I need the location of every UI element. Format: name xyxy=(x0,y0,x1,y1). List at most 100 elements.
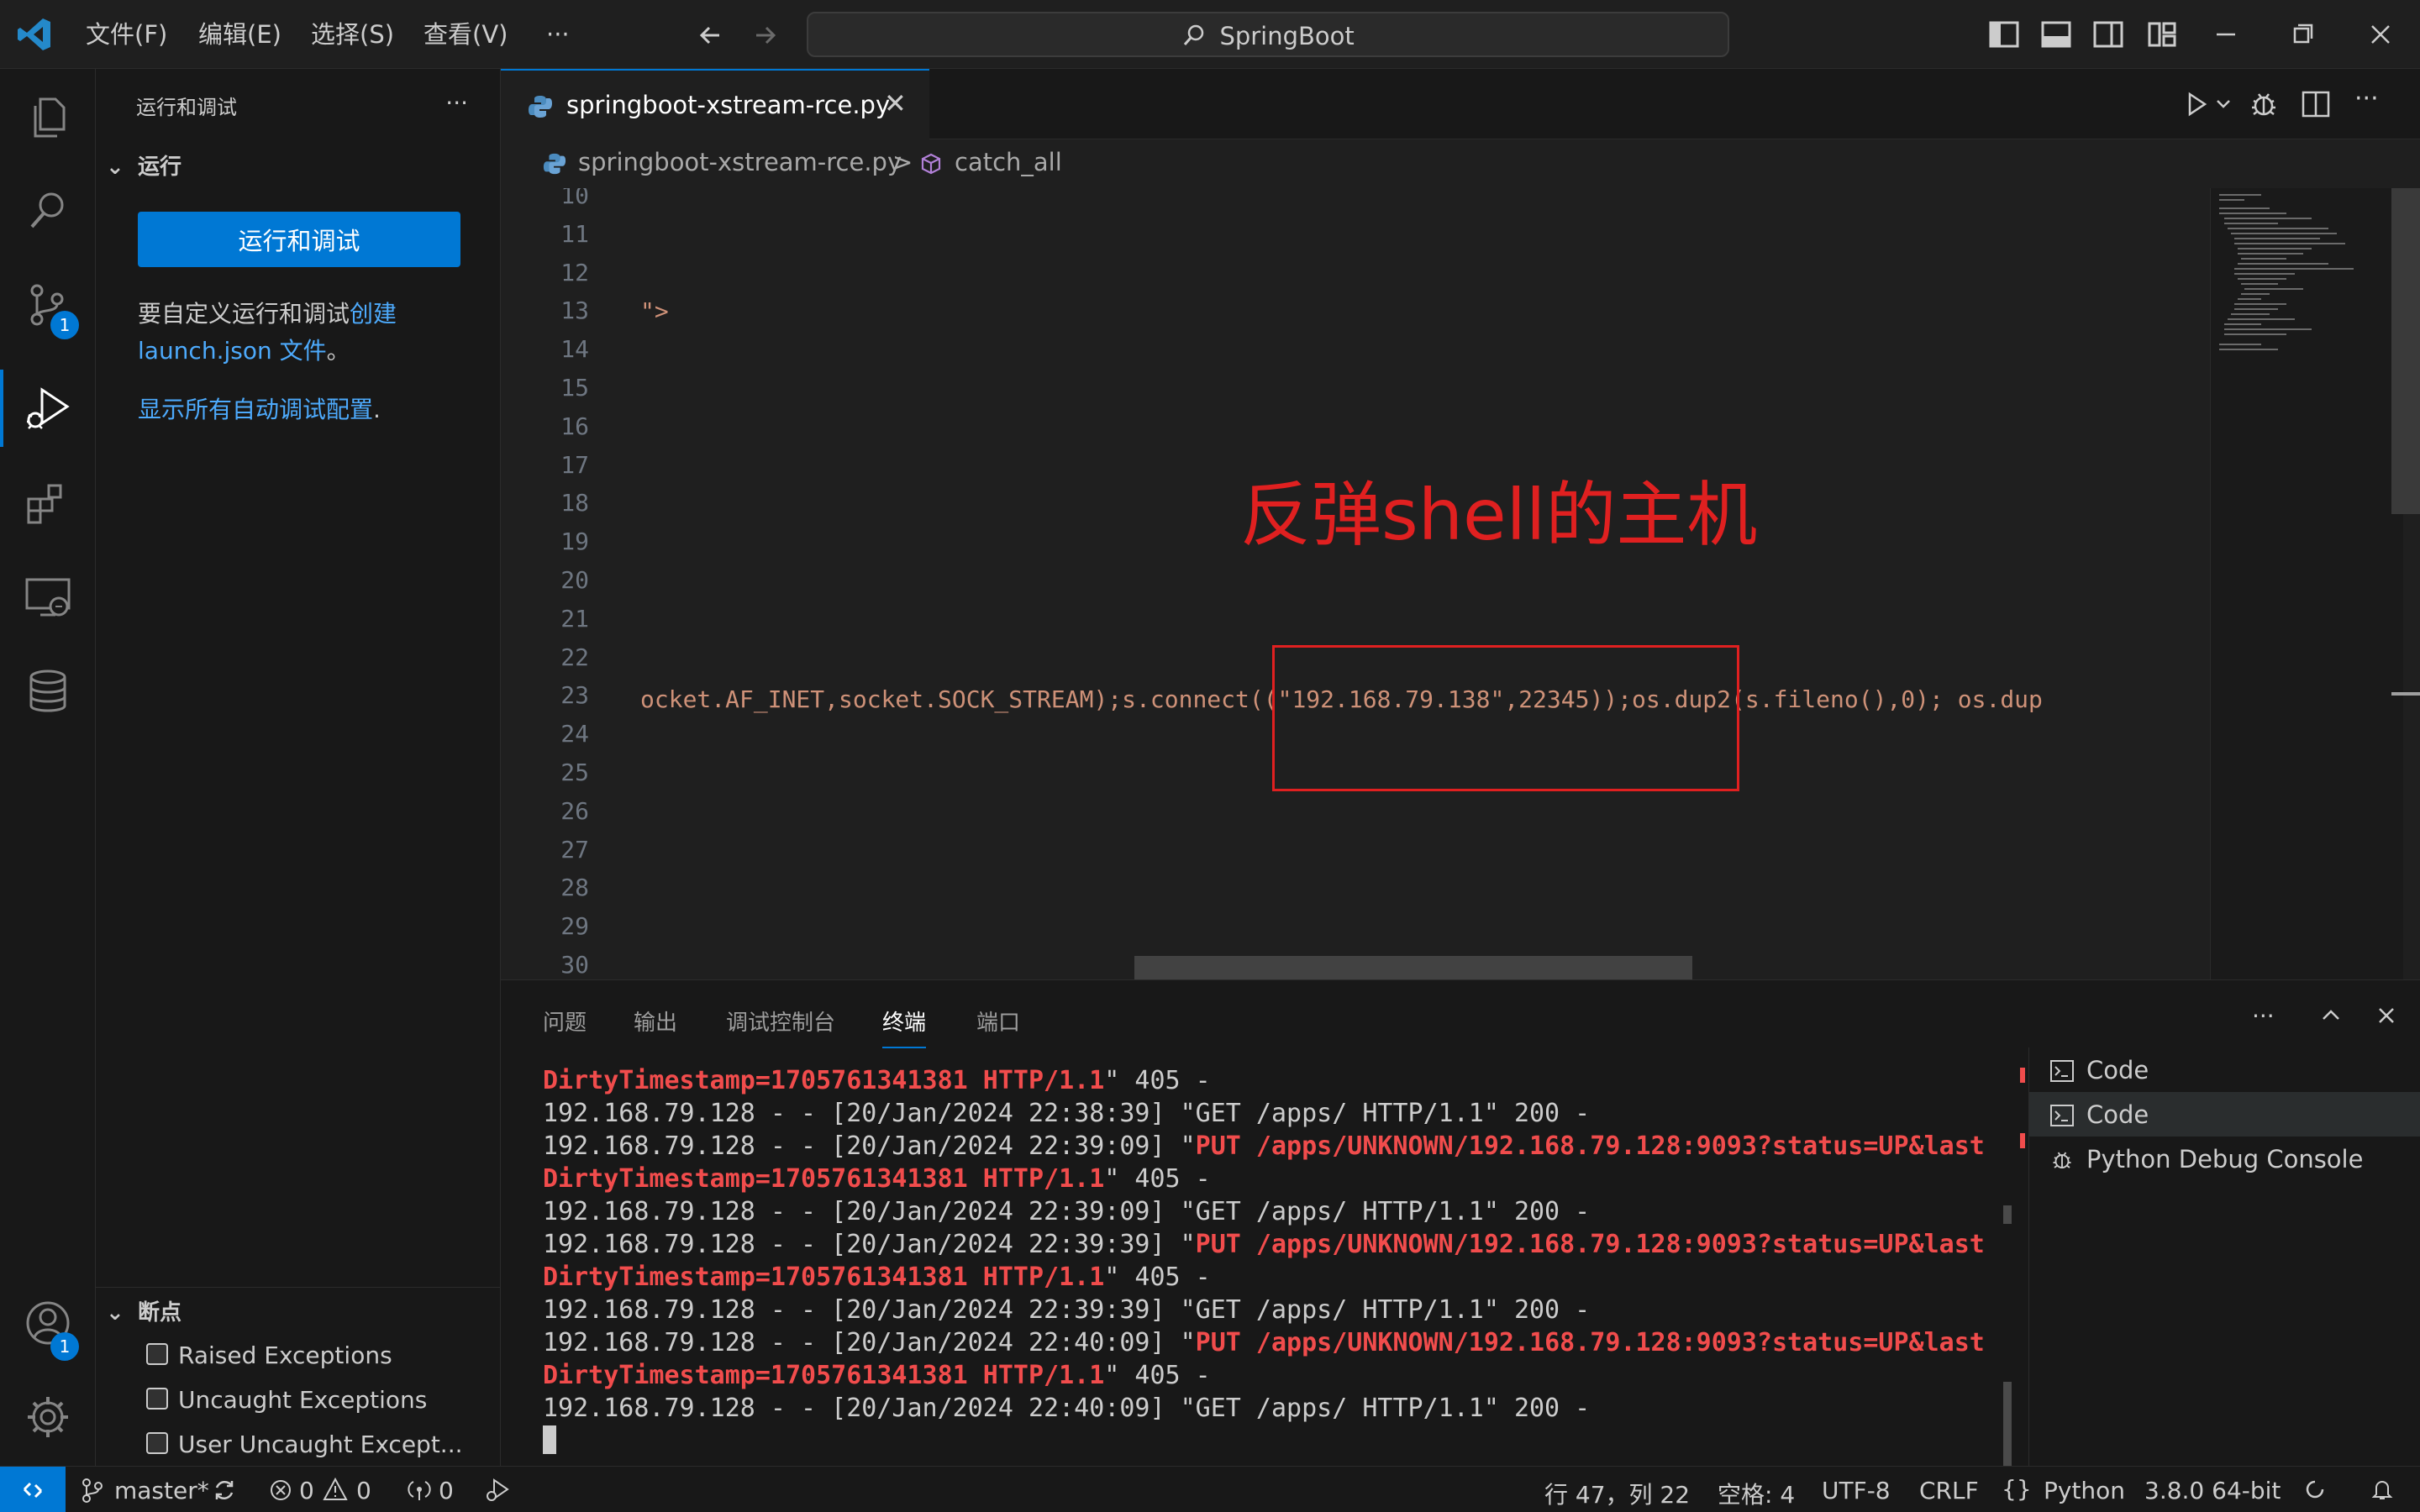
vertical-scrollbar[interactable] xyxy=(2391,188,2420,514)
menu-more[interactable]: ··· xyxy=(546,17,570,52)
activity-explorer[interactable] xyxy=(0,69,96,163)
tab-output[interactable]: 输出 xyxy=(634,1005,677,1037)
bell-icon[interactable] xyxy=(2370,1477,2395,1502)
launch-json-link[interactable]: launch.json 文件 xyxy=(138,337,327,365)
back-arrow-icon[interactable] xyxy=(694,18,728,52)
maximize-panel-icon[interactable] xyxy=(2316,1000,2346,1031)
tab-ports[interactable]: 端口 xyxy=(976,1005,1020,1037)
run-python-file-icon[interactable] xyxy=(2181,89,2212,119)
notifications-loading-icon[interactable] xyxy=(2302,1477,2328,1502)
terminal-text: 192.168.79.128 - - [20/Jan/2024 22:39:39… xyxy=(543,1295,1591,1325)
run-and-debug-button[interactable]: 运行和调试 xyxy=(138,212,460,267)
terminal-item-code-2[interactable]: Code xyxy=(2029,1092,2420,1137)
close-panel-icon[interactable] xyxy=(2371,1000,2402,1031)
section-breakpoints-header[interactable]: ⌄ 断点 xyxy=(106,1295,182,1326)
terminal-item-python-debug[interactable]: Python Debug Console xyxy=(2029,1137,2420,1181)
close-window-icon[interactable] xyxy=(2363,17,2398,52)
activity-manage[interactable] xyxy=(0,1369,96,1463)
python-file-icon xyxy=(543,153,566,175)
breakpoint-uncaught-exceptions[interactable]: Uncaught Exceptions xyxy=(146,1382,427,1419)
code-line-13[interactable]: "> xyxy=(640,297,669,325)
line-ending[interactable]: CRLF xyxy=(1919,1477,1979,1504)
activity-database[interactable] xyxy=(0,643,96,738)
checkbox[interactable] xyxy=(146,1432,168,1454)
terminal-error-text: DirtyTimestamp=1705761341381 HTTP/1.1 xyxy=(543,1263,1105,1292)
activity-search[interactable] xyxy=(0,163,96,257)
remote-indicator[interactable] xyxy=(0,1467,66,1512)
code-editor[interactable]: 10 11 12 13 14 15 16 17 18 19 20 21 22 23 24 25 26 27 28 29… xyxy=(501,188,2210,979)
terminal-text: 192.168.79.128 - - [20/Jan/2024 22:38:39… xyxy=(543,1099,1591,1128)
ports-count[interactable]: 0 xyxy=(439,1477,454,1504)
menu-edit[interactable]: 编辑(E) xyxy=(198,17,281,52)
line-number: 18 xyxy=(560,489,589,517)
section-run-header[interactable]: ⌄ 运行 xyxy=(106,150,182,181)
terminal-text: 192.168.79.128 - - [20/Jan/2024 22:39:39… xyxy=(543,1230,1196,1259)
toggle-secondary-sidebar-icon[interactable] xyxy=(2091,17,2126,52)
chevron-down-icon: ⌄ xyxy=(106,1300,124,1326)
line-number: 22 xyxy=(560,643,589,671)
sidebar-more-button[interactable]: ··· xyxy=(445,89,468,117)
chevron-down-icon[interactable] xyxy=(2213,89,2233,119)
line-number: 26 xyxy=(560,796,589,825)
title-bar: 文件(F) 编辑(E) 选择(S) 查看(V) ··· SpringBoot xyxy=(0,0,2420,69)
terminal-item-label: Code xyxy=(2086,1056,2149,1084)
terminal-text: 192.168.79.128 - - [20/Jan/2024 22:40:09… xyxy=(543,1394,1591,1423)
warning-count[interactable]: 0 xyxy=(356,1477,371,1504)
restore-icon[interactable] xyxy=(2286,17,2321,52)
show-all-configs-link[interactable]: 显示所有自动调试配置 xyxy=(138,396,373,423)
terminal-error-marker xyxy=(2020,1133,2025,1148)
search-label: SpringBoot xyxy=(1219,22,1355,50)
minimap[interactable] xyxy=(2210,188,2403,979)
tab-label: springboot-xstream-rce.py xyxy=(566,91,891,119)
breadcrumb-symbol[interactable]: catch_all xyxy=(955,148,1062,176)
tab-problems[interactable]: 问题 xyxy=(543,1005,587,1037)
checkbox[interactable] xyxy=(146,1343,168,1365)
customize-layout-icon[interactable] xyxy=(2144,17,2180,52)
panel-more-button[interactable]: ··· xyxy=(2252,1002,2275,1030)
debug-alt-icon[interactable] xyxy=(2247,89,2281,119)
editor-more-actions[interactable]: ··· xyxy=(2354,84,2379,113)
activity-accounts[interactable]: 1 xyxy=(0,1275,96,1369)
activity-extensions[interactable] xyxy=(0,455,96,549)
line-number: 11 xyxy=(560,219,589,248)
menu-file[interactable]: 文件(F) xyxy=(86,17,167,52)
language-mode[interactable]: Python xyxy=(2044,1477,2125,1504)
toggle-primary-sidebar-icon[interactable] xyxy=(1986,17,2022,52)
menu-view[interactable]: 查看(V) xyxy=(424,17,508,52)
split-editor-icon[interactable] xyxy=(2301,89,2331,119)
breakpoint-user-uncaught-exceptions[interactable]: User Uncaught Except... xyxy=(146,1426,463,1463)
command-center-search[interactable]: SpringBoot xyxy=(807,12,1729,57)
forward-arrow-icon[interactable] xyxy=(748,18,781,52)
bottom-panel: 问题 输出 调试控制台 终端 端口 ··· DirtyTimestamp=170… xyxy=(501,979,2420,1467)
encoding[interactable]: UTF-8 xyxy=(1822,1477,1891,1504)
python-interpreter[interactable]: 3.8.0 64-bit xyxy=(2144,1477,2281,1504)
indentation[interactable]: 空格: 4 xyxy=(1718,1477,1795,1510)
breakpoint-raised-exceptions[interactable]: Raised Exceptions xyxy=(146,1337,392,1374)
minimap-preview xyxy=(2219,194,2354,350)
terminal-scrollbar[interactable] xyxy=(2003,1382,2012,1466)
menu-selection[interactable]: 选择(S) xyxy=(311,17,394,52)
error-count[interactable]: 0 xyxy=(299,1477,314,1504)
activity-remote-explorer[interactable] xyxy=(0,549,96,643)
terminal-item-code-1[interactable]: Code xyxy=(2029,1047,2420,1092)
terminal-text: " 405 - xyxy=(1104,1263,1211,1292)
toggle-panel-icon[interactable] xyxy=(2039,17,2074,52)
tab-terminal[interactable]: 终端 xyxy=(882,1005,927,1048)
gear-icon xyxy=(28,1397,68,1437)
debug-run-icon[interactable] xyxy=(484,1477,511,1504)
cursor-position[interactable]: 行 47，列 22 xyxy=(1544,1477,1690,1510)
create-link[interactable]: 创建 xyxy=(350,300,397,328)
tab-springboot-xstream-rce[interactable]: springboot-xstream-rce.py ✕ xyxy=(501,69,929,139)
breadcrumb-file[interactable]: springboot-xstream-rce.py xyxy=(578,148,902,176)
minimize-icon[interactable] xyxy=(2208,17,2244,52)
sync-icon[interactable] xyxy=(212,1478,237,1503)
git-branch[interactable]: master* xyxy=(114,1477,209,1504)
tab-debug-console[interactable]: 调试控制台 xyxy=(726,1005,835,1037)
horizontal-scrollbar[interactable] xyxy=(1134,956,1692,979)
checkbox-checked[interactable] xyxy=(146,1388,168,1410)
close-tab-icon[interactable]: ✕ xyxy=(884,87,907,119)
run-debug-icon xyxy=(27,387,70,429)
activity-run-debug[interactable] xyxy=(0,361,96,455)
activity-source-control[interactable]: 1 xyxy=(0,257,96,351)
terminal-item-label: Python Debug Console xyxy=(2086,1145,2364,1173)
